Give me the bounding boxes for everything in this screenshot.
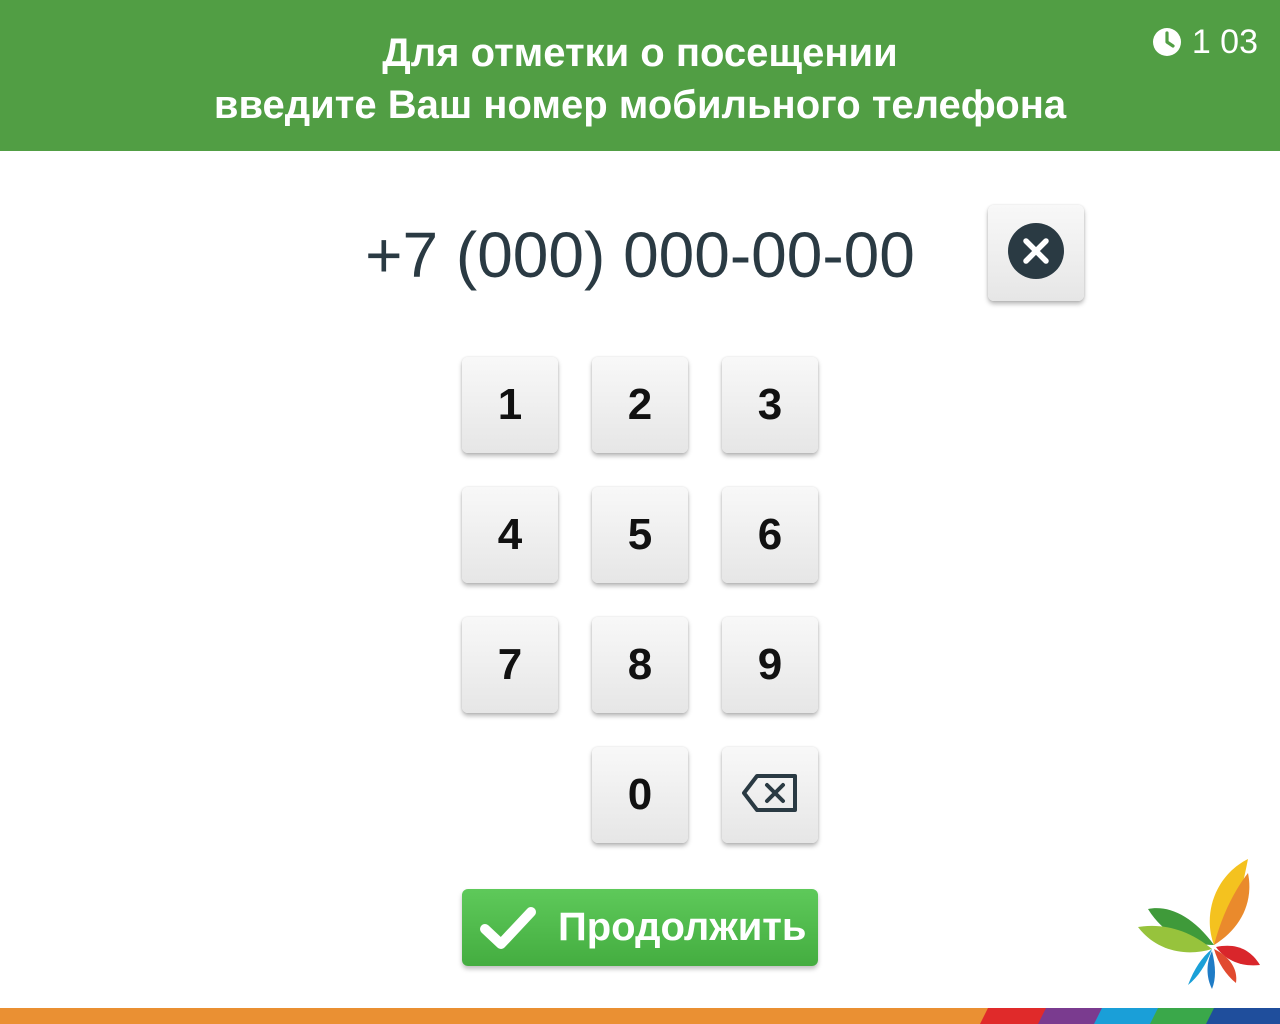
backspace-button[interactable] — [722, 747, 818, 843]
phone-number-display: +7 (000) 000-00-00 — [365, 219, 915, 291]
continue-button[interactable]: Продолжить — [462, 889, 818, 966]
keypad-key-6[interactable]: 6 — [722, 487, 818, 583]
page-title-line-1: Для отметки о посещении — [382, 31, 898, 75]
keypad-key-9[interactable]: 9 — [722, 617, 818, 713]
timer-value: 1 03 — [1191, 23, 1258, 61]
keypad-key-1[interactable]: 1 — [462, 357, 558, 453]
session-timer: 1 03 — [1152, 22, 1258, 62]
keypad-key-3[interactable]: 3 — [722, 357, 818, 453]
keypad-key-0[interactable]: 0 — [592, 747, 688, 843]
butterfly-logo-icon — [1132, 853, 1262, 998]
header-bar: Для отметки о посещении введите Ваш номе… — [0, 0, 1280, 151]
keypad-key-7[interactable]: 7 — [462, 617, 558, 713]
close-circle-icon — [1007, 222, 1065, 285]
clear-phone-button[interactable] — [988, 205, 1084, 301]
page-title: Для отметки о посещении введите Ваш номе… — [140, 27, 1140, 131]
footer-color-stripes — [980, 1008, 1280, 1024]
keypad-key-2[interactable]: 2 — [592, 357, 688, 453]
keypad-key-8[interactable]: 8 — [592, 617, 688, 713]
backspace-icon — [741, 773, 799, 818]
keypad-key-4[interactable]: 4 — [462, 487, 558, 583]
continue-button-label: Продолжить — [558, 905, 807, 949]
page-title-line-2: введите Ваш номер мобильного телефона — [213, 83, 1067, 127]
clock-icon — [1152, 27, 1182, 57]
keypad-key-5[interactable]: 5 — [592, 487, 688, 583]
checkmark-icon — [480, 906, 536, 950]
